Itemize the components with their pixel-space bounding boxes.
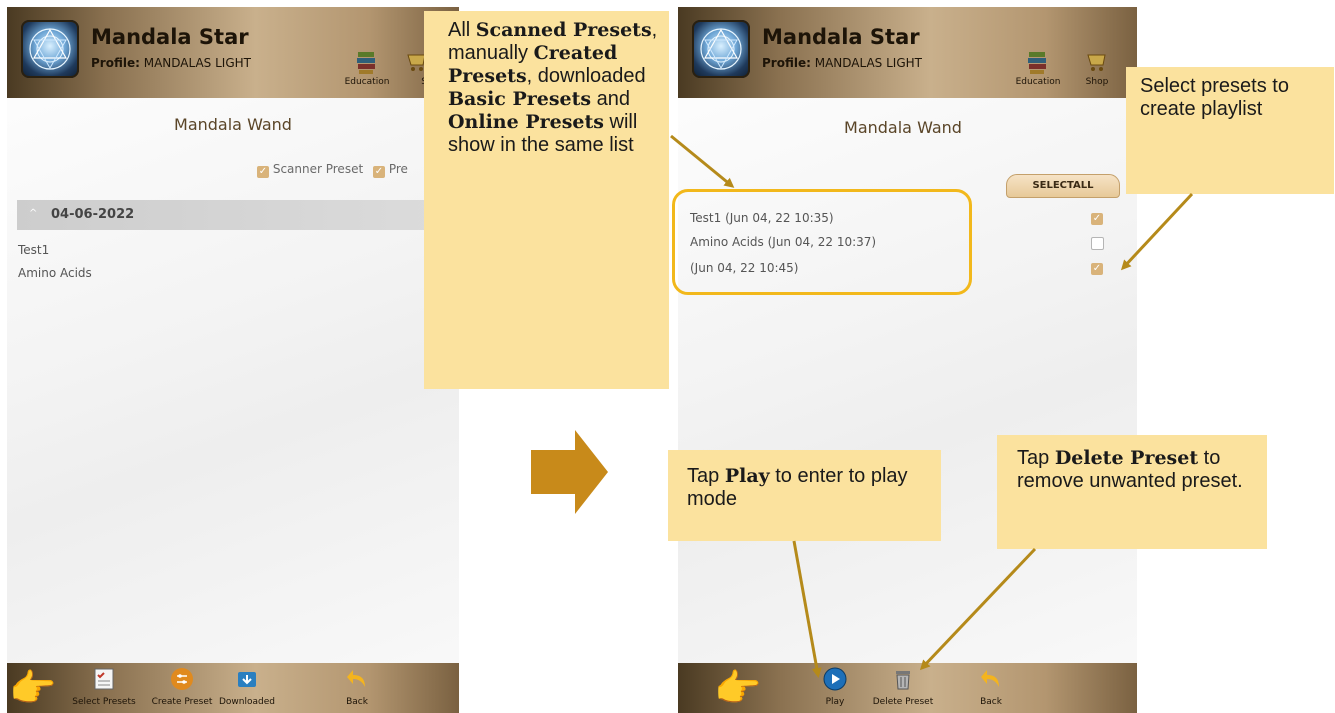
play-button[interactable]: Play: [810, 667, 860, 707]
callout-bold: Scanned Presets: [475, 19, 652, 41]
callout-text: Select presets to create playlist: [1140, 75, 1289, 120]
play-label: Play: [825, 697, 845, 707]
profile-text: Profile: MANDALAS LIGHT: [91, 56, 251, 70]
callout-text: All: [448, 19, 476, 41]
profile-value: MANDALAS LIGHT: [143, 56, 251, 70]
nav-education[interactable]: Education: [1013, 49, 1063, 87]
back-arrow-icon: [345, 667, 369, 691]
back-arrow-icon: [979, 667, 1003, 691]
select-presets-label: Select Presets: [72, 697, 136, 707]
callout-delete: Tap Delete Preset to remove unwanted pre…: [997, 435, 1267, 549]
nav-shop-label: Shop: [1085, 77, 1109, 87]
back-label: Back: [980, 697, 1002, 707]
callout-select: Select presets to create playlist: [1126, 67, 1334, 194]
downloaded-button[interactable]: Downloaded: [212, 667, 282, 707]
checklist-icon: [92, 667, 116, 691]
books-icon: [1025, 49, 1051, 75]
callout-text: Tap: [1017, 447, 1055, 469]
right-screen: Mandala Star Profile: MANDALAS LIGHT Edu…: [678, 7, 1137, 713]
page-title: Mandala Wand: [844, 118, 962, 137]
filter-preset-label: Pre: [388, 162, 408, 176]
page-title: Mandala Wand: [174, 115, 292, 134]
callout-bold: Delete Preset: [1054, 447, 1199, 469]
list-item[interactable]: Amino Acids: [18, 266, 92, 280]
checkbox-checked-icon[interactable]: ✓: [1091, 213, 1103, 225]
app-header: Mandala Star Profile: MANDALAS LIGHT Edu…: [678, 7, 1137, 98]
callout-text: Tap: [687, 465, 725, 487]
app-header: Mandala Star Profile: MANDALAS LIGHT Edu…: [7, 7, 459, 98]
app-title: Mandala Star: [762, 25, 920, 49]
callout-bold: Online Presets: [448, 111, 604, 133]
checkbox-checked-icon[interactable]: ✓: [257, 166, 269, 178]
left-screen: Mandala Star Profile: MANDALAS LIGHT Edu…: [7, 7, 459, 713]
profile-text: Profile: MANDALAS LIGHT: [762, 56, 922, 70]
nav-education-label: Education: [344, 77, 390, 87]
app-logo: [21, 20, 79, 78]
back-label: Back: [346, 697, 368, 707]
checkbox-checked-icon[interactable]: ✓: [1091, 263, 1103, 275]
bottom-toolbar: 👉 Select Presets Create Preset Downloade…: [7, 663, 459, 713]
trash-icon: [891, 667, 915, 691]
select-presets-button[interactable]: Select Presets: [69, 667, 139, 707]
callout-bold: Basic Presets: [448, 88, 592, 110]
back-button[interactable]: Back: [332, 667, 382, 707]
create-preset-button[interactable]: Create Preset: [147, 667, 217, 707]
bottom-toolbar: 👉 Play Delete Preset Back: [678, 663, 1137, 713]
callout-text: , downloaded: [526, 65, 646, 87]
select-all-button[interactable]: SELECTALL: [1006, 174, 1120, 198]
date-group-header[interactable]: ^ 04-06-2022: [17, 200, 459, 230]
date-group-label: 04-06-2022: [51, 207, 135, 222]
delete-preset-label: Delete Preset: [872, 697, 934, 707]
filter-scanner-preset[interactable]: ✓ Scanner Preset: [257, 162, 363, 178]
pointing-hand-icon: 👉: [714, 666, 762, 710]
nav-shop[interactable]: Shop: [1074, 49, 1120, 87]
filter-preset[interactable]: ✓ Pre: [373, 162, 408, 178]
profile-value: MANDALAS LIGHT: [814, 56, 922, 70]
download-icon: [235, 667, 259, 691]
profile-label: Profile:: [762, 56, 811, 70]
pointing-hand-icon: 👉: [9, 666, 57, 710]
app-logo: [692, 20, 750, 78]
callout-presets-list: All Scanned Presets, manually Created Pr…: [424, 11, 669, 389]
app-title: Mandala Star: [91, 25, 249, 49]
profile-label: Profile:: [91, 56, 140, 70]
filter-scanner-label: Scanner Preset: [272, 162, 364, 176]
nav-education-label: Education: [1015, 77, 1061, 87]
callout-text: and: [591, 88, 631, 110]
callout-bold: Play: [724, 465, 770, 487]
books-icon: [354, 49, 380, 75]
chevron-up-icon: ^: [29, 208, 38, 219]
delete-preset-button[interactable]: Delete Preset: [868, 667, 938, 707]
create-preset-label: Create Preset: [151, 697, 213, 707]
back-button[interactable]: Back: [966, 667, 1016, 707]
big-right-arrow-icon: [531, 430, 608, 514]
checkbox-unchecked-icon[interactable]: [1091, 237, 1104, 250]
callout-play: Tap Play to enter to play mode: [668, 450, 941, 541]
sliders-icon: [170, 667, 194, 691]
downloaded-label: Downloaded: [219, 697, 275, 707]
list-item[interactable]: Test1: [18, 243, 49, 257]
shop-cart-icon: [1084, 49, 1110, 75]
checkbox-checked-icon[interactable]: ✓: [373, 166, 385, 178]
highlight-oval: [672, 189, 972, 295]
nav-education[interactable]: Education: [342, 49, 392, 87]
play-icon: [823, 667, 847, 691]
